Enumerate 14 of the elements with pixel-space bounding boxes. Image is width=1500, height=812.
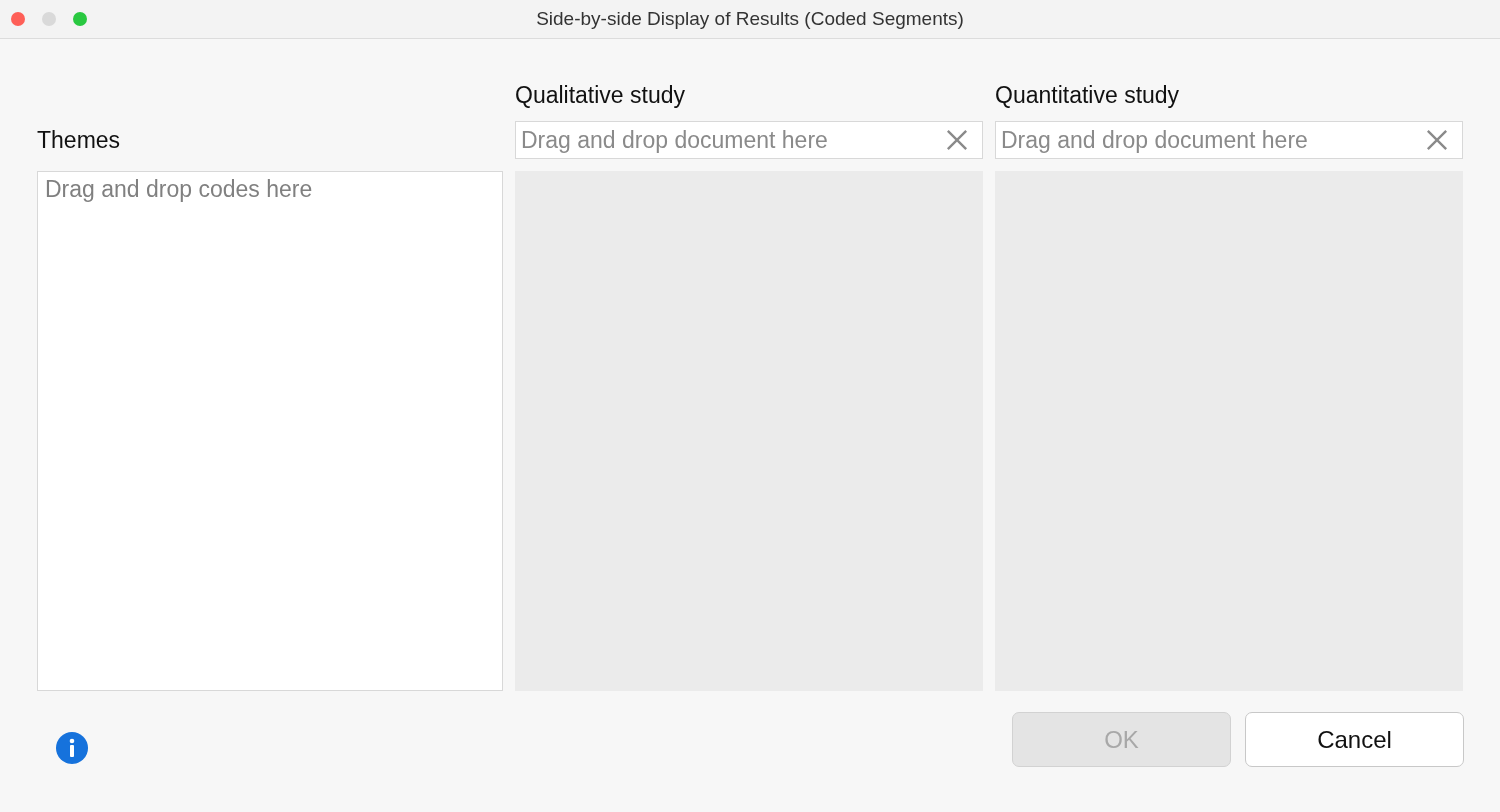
clear-icon[interactable] bbox=[1426, 129, 1448, 151]
zoom-button[interactable] bbox=[73, 12, 87, 26]
document-field[interactable]: Drag and drop document here bbox=[995, 121, 1463, 159]
drop-hint: Drag and drop codes here bbox=[45, 176, 313, 202]
codes-drop-zone[interactable]: Drag and drop codes here bbox=[37, 171, 503, 691]
info-icon[interactable] bbox=[55, 730, 89, 765]
clear-icon[interactable] bbox=[946, 129, 968, 151]
close-button[interactable] bbox=[11, 12, 25, 26]
themes-label: Themes bbox=[37, 126, 121, 154]
document-field[interactable]: Drag and drop document here bbox=[515, 121, 983, 159]
dialog-button[interactable]: Cancel bbox=[1245, 712, 1464, 767]
document-label: Qualitative study bbox=[515, 82, 686, 109]
window-title: Side-by-side Display of Results (Coded Segments) bbox=[536, 8, 964, 30]
document-label: Quantitative study bbox=[995, 82, 1180, 109]
